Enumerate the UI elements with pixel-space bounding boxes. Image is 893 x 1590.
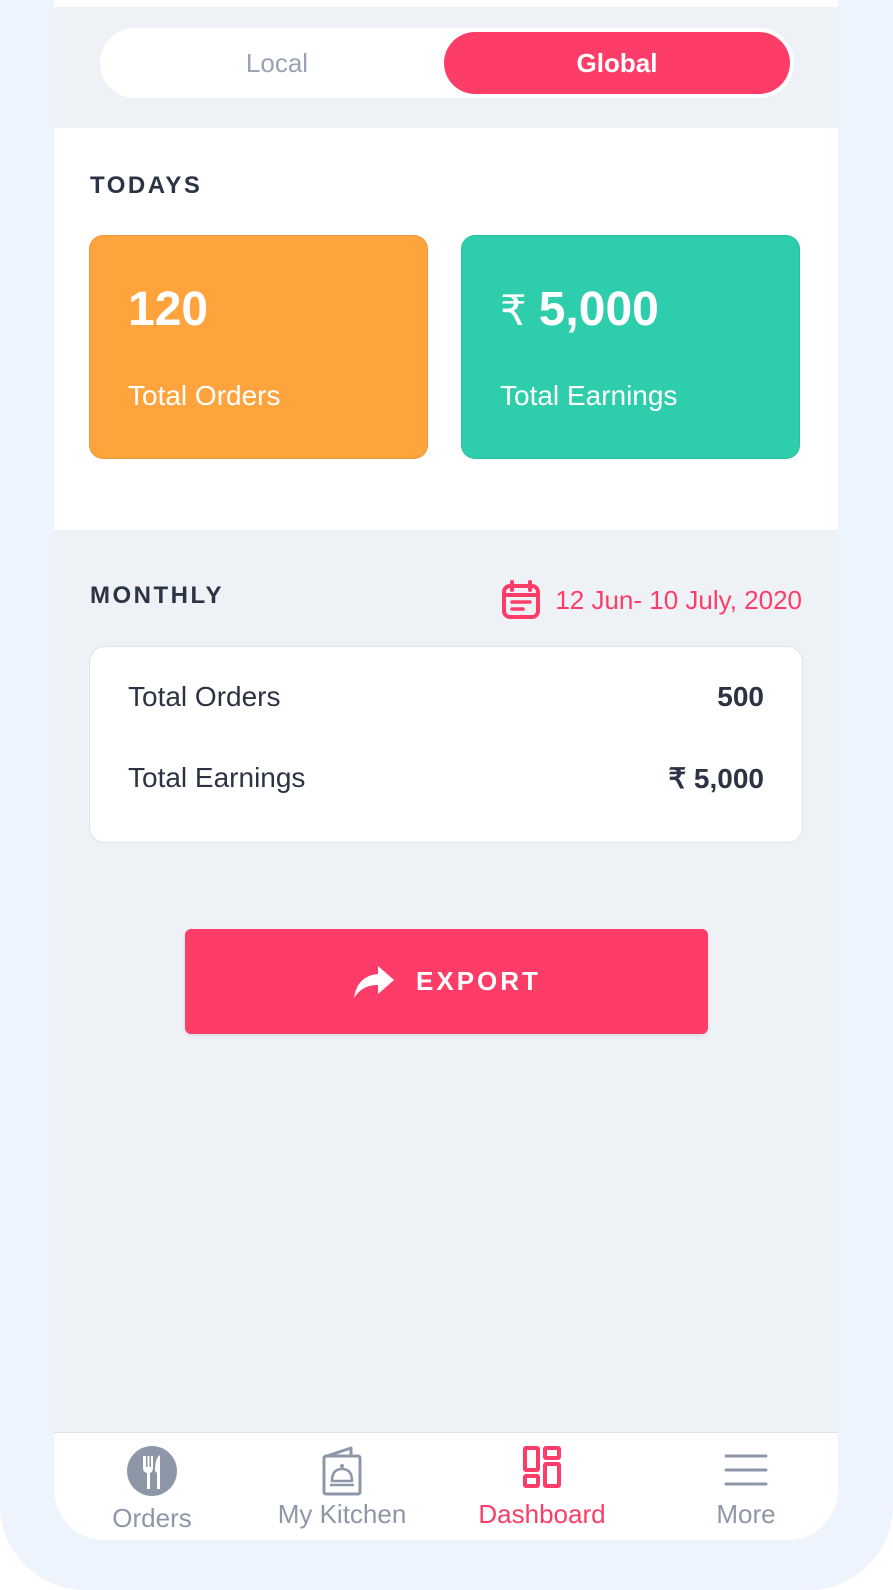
tab-dashboard[interactable]: Dashboard xyxy=(444,1433,640,1540)
tab-orders[interactable]: Orders xyxy=(54,1433,250,1540)
tab-more-label: More xyxy=(716,1499,776,1529)
export-label: EXPORT xyxy=(416,966,541,996)
monthly-earnings-label: Total Earnings xyxy=(128,762,306,793)
date-range-picker[interactable]: 12 Jun- 10 July, 2020 xyxy=(501,580,802,620)
monthly-orders-value: 500 xyxy=(717,681,764,712)
share-arrow-icon xyxy=(354,965,395,998)
monthly-orders-row: Total Orders 500 xyxy=(128,681,764,713)
monthly-summary-card: Total Orders 500 Total Earnings ₹ 5,000 xyxy=(89,646,803,843)
today-earnings-label: Total Earnings xyxy=(500,380,678,411)
toggle-global[interactable]: Global xyxy=(444,32,790,94)
today-orders-card: 120 Total Orders xyxy=(89,235,428,459)
monthly-earnings-value: ₹ 5,000 xyxy=(668,763,764,794)
monthly-earnings-row: Total Earnings ₹ 5,000 xyxy=(128,762,764,795)
tab-dashboard-label: Dashboard xyxy=(478,1499,606,1529)
local-global-toggle: Local Global xyxy=(100,28,794,98)
tab-more[interactable]: More xyxy=(648,1433,838,1540)
menu-lines-icon xyxy=(724,1454,768,1486)
today-title: TODAYS xyxy=(90,172,203,199)
tab-my-kitchen[interactable]: My Kitchen xyxy=(244,1433,440,1540)
export-button[interactable]: EXPORT xyxy=(185,929,708,1034)
device-frame: Local Global TODAYS 120 Total Orders ₹5,… xyxy=(0,0,893,1590)
bottom-tab-bar: Orders My Kitchen Dashboard More xyxy=(54,1432,838,1540)
rupee-symbol: ₹ xyxy=(500,287,527,334)
toggle-local[interactable]: Local xyxy=(104,32,450,94)
tab-my-kitchen-label: My Kitchen xyxy=(277,1499,407,1529)
today-orders-label: Total Orders xyxy=(128,380,281,411)
cloche-menu-icon xyxy=(322,1446,362,1496)
today-earnings-card: ₹5,000 Total Earnings xyxy=(461,235,800,459)
dashboard-grid-icon xyxy=(523,1446,561,1488)
monthly-title: MONTHLY xyxy=(90,582,224,609)
tab-orders-label: Orders xyxy=(112,1503,192,1533)
today-earnings-amount: ₹5,000 xyxy=(500,284,659,337)
app-screen: Local Global TODAYS 120 Total Orders ₹5,… xyxy=(54,0,838,1540)
today-orders-value: 120 xyxy=(128,283,209,336)
calendar-icon xyxy=(502,580,541,619)
top-strip xyxy=(54,0,838,7)
today-section: TODAYS 120 Total Orders ₹5,000 Total Ear… xyxy=(54,128,838,530)
date-range-text: 12 Jun- 10 July, 2020 xyxy=(555,584,802,615)
today-earnings-value: 5,000 xyxy=(538,283,659,336)
monthly-orders-label: Total Orders xyxy=(128,681,281,712)
fork-knife-icon xyxy=(127,1446,177,1496)
